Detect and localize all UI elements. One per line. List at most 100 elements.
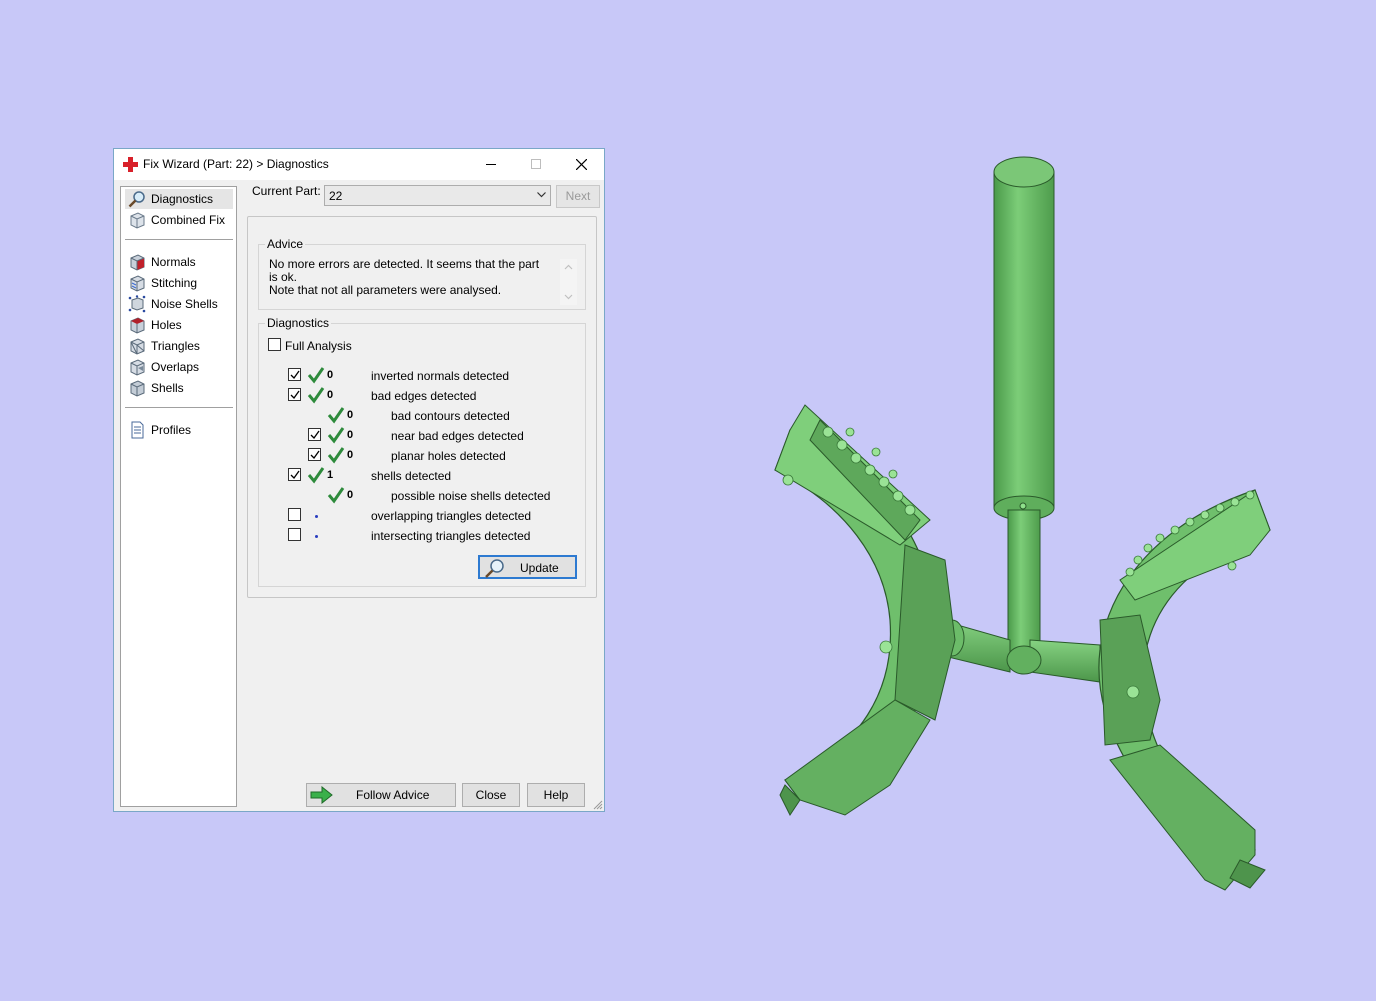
diagnostic-count: 0	[347, 489, 354, 501]
update-button-label: Update	[520, 561, 559, 575]
cube-triangles-icon	[130, 338, 145, 355]
sidebar-item-stitching[interactable]: Stitching	[125, 273, 235, 293]
row-checkbox[interactable]	[308, 448, 321, 461]
magnifier-icon	[128, 191, 145, 208]
sidebar-item-label: Shells	[151, 381, 184, 395]
row-checkbox[interactable]	[288, 388, 301, 401]
green-check-icon	[327, 407, 345, 424]
row-checkbox[interactable]	[288, 508, 301, 521]
sidebar-item-label: Triangles	[151, 339, 200, 353]
minimize-icon	[486, 164, 496, 165]
window-title: Fix Wizard (Part: 22) > Diagnostics	[143, 157, 329, 171]
maximize-icon	[531, 159, 541, 169]
full-analysis-label: Full Analysis	[285, 339, 352, 353]
current-part-value: 22	[329, 189, 343, 203]
next-button[interactable]: Next	[556, 185, 600, 208]
diagnostic-count: 0	[347, 429, 354, 441]
diagnostic-count: 0	[327, 389, 334, 401]
sidebar-item-triangles[interactable]: Triangles	[125, 336, 235, 356]
pending-dot-icon	[315, 515, 318, 518]
sidebar-item-noise-shells[interactable]: Noise Shells	[125, 294, 235, 314]
diagnostic-row-planar-holes: 0 planar holes detected	[259, 446, 579, 466]
model-rod-lower	[1007, 509, 1041, 661]
diagnostics-group: Diagnostics Full Analysis 0 inverted nor…	[258, 316, 586, 587]
green-arrow-icon	[310, 786, 333, 804]
diagnostic-label: intersecting triangles detected	[371, 529, 531, 543]
advice-line-1: No more errors are detected. It seems th…	[269, 257, 540, 284]
title-bar[interactable]: Fix Wizard (Part: 22) > Diagnostics	[114, 149, 604, 180]
full-analysis-checkbox[interactable]	[268, 338, 281, 351]
sidebar-item-profiles[interactable]: Profiles	[125, 420, 235, 440]
close-window-button[interactable]	[559, 149, 604, 180]
sidebar-item-combined-fix[interactable]: Combined Fix	[125, 210, 235, 230]
close-button[interactable]: Close	[462, 783, 520, 807]
advice-text: No more errors are detected. It seems th…	[269, 258, 549, 297]
minimize-button[interactable]	[469, 149, 514, 180]
cube-stitch-icon	[130, 275, 145, 292]
follow-advice-button[interactable]: Follow Advice	[306, 783, 456, 807]
sidebar-separator	[125, 239, 233, 241]
diagnostic-row-inverted-normals: 0 inverted normals detected	[259, 366, 579, 386]
green-check-icon	[307, 387, 325, 404]
checkmark-icon	[290, 370, 300, 380]
update-button[interactable]: Update	[478, 555, 577, 579]
sidebar-item-overlaps[interactable]: Overlaps	[125, 357, 235, 377]
help-button[interactable]: Help	[527, 783, 585, 807]
fix-wizard-window: Fix Wizard (Part: 22) > Diagnostics Diag…	[113, 148, 605, 812]
cube-dots-icon	[128, 295, 146, 313]
sidebar-item-shells[interactable]: Shells	[125, 378, 235, 398]
resize-grip-icon[interactable]	[593, 800, 603, 810]
cube-gray-icon	[130, 212, 145, 229]
green-check-icon	[327, 487, 345, 504]
diagnostic-count: 1	[327, 469, 334, 481]
diagnostic-label: possible noise shells detected	[391, 489, 551, 503]
sidebar-item-holes[interactable]: Holes	[125, 315, 235, 335]
row-checkbox[interactable]	[288, 368, 301, 381]
diagnostic-row-bad-contours: 0 bad contours detected	[259, 406, 579, 426]
green-check-icon	[327, 447, 345, 464]
sidebar-item-label: Profiles	[151, 423, 192, 437]
diagnostic-count: 0	[327, 369, 334, 381]
diagnostics-group-label: Diagnostics	[265, 316, 332, 330]
advice-group: Advice No more errors are detected. It s…	[258, 237, 586, 310]
diagnostic-label: bad edges detected	[371, 389, 477, 403]
sidebar-item-normals[interactable]: Normals	[125, 252, 235, 272]
sidebar-item-label: Overlaps	[151, 360, 200, 374]
pending-dot-icon	[315, 535, 318, 538]
row-checkbox[interactable]	[288, 468, 301, 481]
diagnostic-label: shells detected	[371, 469, 452, 483]
advice-scrollbar[interactable]	[560, 259, 577, 305]
diagnostic-count: 0	[347, 409, 354, 421]
diagnostic-row-bad-edges: 0 bad edges detected	[259, 386, 579, 406]
maximize-button[interactable]	[514, 149, 559, 180]
checkmark-icon	[310, 430, 320, 440]
cube-shell-icon	[130, 380, 145, 397]
document-icon	[131, 421, 144, 439]
diagnostic-count: 0	[347, 449, 354, 461]
row-checkbox[interactable]	[308, 428, 321, 441]
current-part-label: Current Part:	[252, 184, 321, 198]
cube-red-icon	[130, 254, 145, 271]
diagnostic-label: bad contours detected	[391, 409, 510, 423]
row-checkbox[interactable]	[288, 528, 301, 541]
diagnostic-label: near bad edges detected	[391, 429, 524, 443]
sidebar-separator	[125, 407, 233, 409]
chevron-down-icon	[537, 192, 546, 198]
advice-group-label: Advice	[265, 237, 306, 251]
model-rod-top	[993, 171, 1055, 509]
follow-advice-label: Follow Advice	[356, 788, 430, 802]
current-part-dropdown[interactable]: 22	[324, 185, 551, 206]
diagnostic-label: planar holes detected	[391, 449, 506, 463]
wizard-sidebar: Diagnostics Combined Fix Normals Stitchi…	[120, 186, 237, 807]
diagnostic-label: inverted normals detected	[371, 369, 510, 383]
sidebar-item-diagnostics[interactable]: Diagnostics	[125, 189, 233, 209]
red-cross-icon	[123, 157, 138, 172]
checkmark-icon	[290, 470, 300, 480]
sidebar-item-label: Holes	[151, 318, 182, 332]
green-check-icon	[327, 427, 345, 444]
checkmark-icon	[290, 390, 300, 400]
diagnostic-row-overlapping-triangles: overlapping triangles detected	[259, 506, 579, 526]
sidebar-item-label: Noise Shells	[151, 297, 218, 311]
green-check-icon	[307, 467, 325, 484]
diagnostic-label: overlapping triangles detected	[371, 509, 532, 523]
